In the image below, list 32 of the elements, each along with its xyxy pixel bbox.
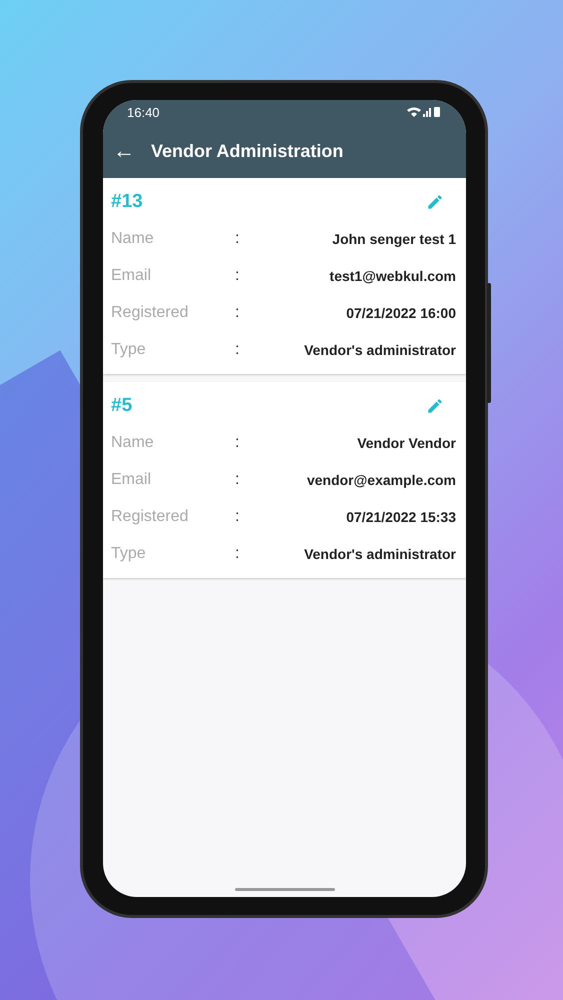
field-value: John senger test 1 — [331, 230, 456, 246]
field-label: Email — [111, 266, 152, 284]
field-label: Type — [111, 544, 147, 562]
colon: : — [235, 508, 240, 526]
screen-title: Vendor Administration — [151, 140, 344, 162]
vendor-id: #5 — [111, 395, 132, 417]
colon: : — [235, 304, 240, 322]
vendor-id: #13 — [111, 191, 143, 213]
field-value: Vendor's administrator — [303, 342, 456, 358]
field-value: test1@webkul.com — [328, 268, 456, 284]
field-value: 07/21/2022 16:00 — [345, 304, 456, 320]
colon: : — [235, 266, 240, 284]
colon: : — [235, 340, 240, 358]
back-button[interactable]: ← — [113, 140, 135, 162]
field-value: Vendor's administrator — [303, 546, 456, 562]
field-label: Email — [111, 470, 152, 488]
colon: : — [235, 470, 240, 488]
colon: : — [235, 230, 240, 248]
field-label: Registered — [111, 508, 190, 526]
colon: : — [235, 544, 240, 562]
field-value: 07/21/2022 15:33 — [345, 508, 456, 524]
field-label: Registered — [111, 304, 190, 322]
edit-icon[interactable] — [426, 397, 444, 415]
status-icons — [406, 106, 442, 118]
colon: : — [235, 434, 240, 452]
field-label: Name — [111, 230, 155, 248]
field-label: Name — [111, 434, 155, 452]
field-value: Vendor Vendor — [356, 434, 456, 450]
field-label: Type — [111, 340, 147, 358]
field-value: vendor@example.com — [306, 472, 456, 488]
status-time: 16:40 — [127, 104, 160, 120]
edit-icon[interactable] — [426, 193, 444, 211]
